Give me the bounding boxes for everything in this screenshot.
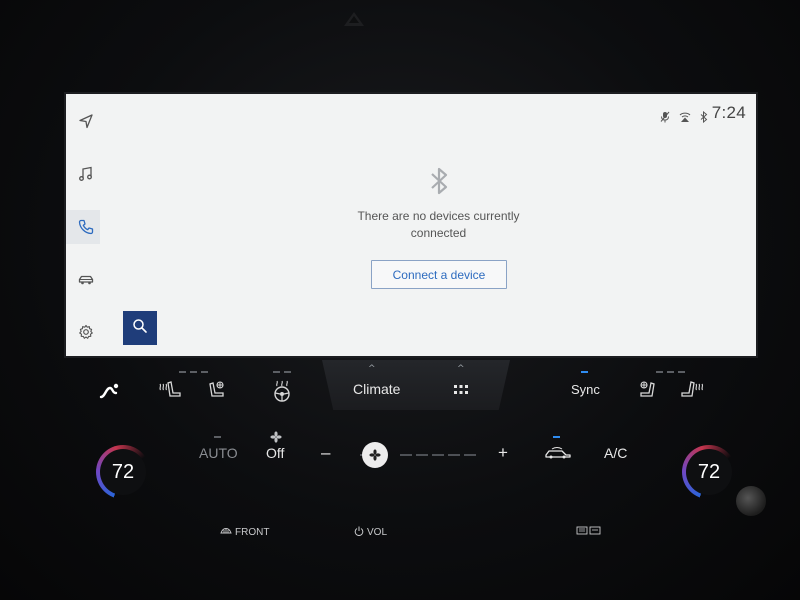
- volume-label: VOL: [367, 527, 388, 538]
- seat-heat-level-1: [179, 371, 186, 373]
- climate-tab-panel: [322, 360, 510, 410]
- recirculation-car-icon[interactable]: [544, 446, 572, 460]
- seat-heat-right-level-3: [678, 371, 685, 373]
- front-defrost-icon: [220, 526, 232, 538]
- clock: 7:24: [711, 103, 746, 122]
- heated-seat-left-icon[interactable]: [158, 380, 182, 400]
- seat-heat-right-level-2: [667, 371, 674, 373]
- ventilated-seat-left-icon[interactable]: [205, 380, 227, 400]
- right-temperature[interactable]: 72: [684, 455, 734, 489]
- wheel-heat-level-2: [284, 371, 291, 373]
- auto-indicator: [214, 436, 221, 438]
- no-devices-message-line2: connected: [410, 226, 467, 240]
- hazard-button[interactable]: [344, 12, 364, 26]
- connect-device-button[interactable]: Connect a device: [371, 260, 507, 289]
- connected-service-icon: [678, 108, 692, 122]
- car-icon[interactable]: [77, 271, 95, 289]
- recirculation-indicator: [553, 436, 560, 438]
- ac-button[interactable]: A/C: [604, 445, 627, 461]
- settings-icon[interactable]: [77, 323, 95, 341]
- volume-knob[interactable]: [736, 486, 766, 516]
- fan-small-icon: [270, 431, 282, 443]
- phone-icon[interactable]: [77, 218, 95, 236]
- bluetooth-icon: [427, 164, 451, 198]
- power-icon: [354, 526, 364, 539]
- no-devices-message: There are no devices currently connected: [316, 208, 561, 242]
- climate-caret-icon: ^: [368, 364, 376, 374]
- rear-defrost-icon: [576, 526, 602, 539]
- bluetooth-status-icon: [700, 108, 708, 124]
- navigation-icon[interactable]: [77, 112, 95, 130]
- seat-heat-right-level-1: [656, 371, 663, 373]
- grid-menu-icon[interactable]: [454, 384, 468, 396]
- fan-status: Off: [266, 445, 285, 461]
- no-devices-message-line1: There are no devices currently: [357, 209, 520, 223]
- infotainment-screen: 7:24 There are no devices currently conn…: [66, 94, 756, 356]
- search-button[interactable]: [123, 311, 157, 345]
- left-temperature[interactable]: 72: [98, 455, 148, 489]
- fan-speed-knob[interactable]: [362, 442, 388, 468]
- fan-increase-button[interactable]: +: [498, 443, 508, 463]
- no-device-panel: There are no devices currently connected: [316, 164, 561, 242]
- menu-caret-icon: ^: [457, 364, 465, 374]
- search-icon: [132, 318, 148, 338]
- music-icon[interactable]: [77, 165, 95, 183]
- sync-indicator: [581, 371, 588, 373]
- front-defrost-label: FRONT: [235, 526, 270, 538]
- ventilated-seat-right-icon[interactable]: [637, 380, 659, 400]
- auto-button[interactable]: AUTO: [199, 445, 238, 461]
- power-volume-button[interactable]: VOL: [354, 526, 387, 539]
- seat-heat-level-3: [201, 371, 208, 373]
- rear-defrost-button[interactable]: [576, 526, 602, 539]
- front-defrost-button[interactable]: FRONT: [220, 526, 269, 538]
- seat-heat-level-2: [190, 371, 197, 373]
- fan-decrease-button[interactable]: –: [321, 443, 330, 463]
- sync-button[interactable]: Sync: [571, 382, 600, 397]
- microphone-off-icon: [660, 108, 670, 123]
- heated-seat-right-icon[interactable]: [680, 380, 704, 400]
- heated-steering-wheel-icon[interactable]: [272, 380, 292, 402]
- wheel-heat-level-1: [273, 371, 280, 373]
- drive-mode-icon[interactable]: [98, 380, 120, 402]
- climate-tab[interactable]: Climate: [353, 381, 400, 397]
